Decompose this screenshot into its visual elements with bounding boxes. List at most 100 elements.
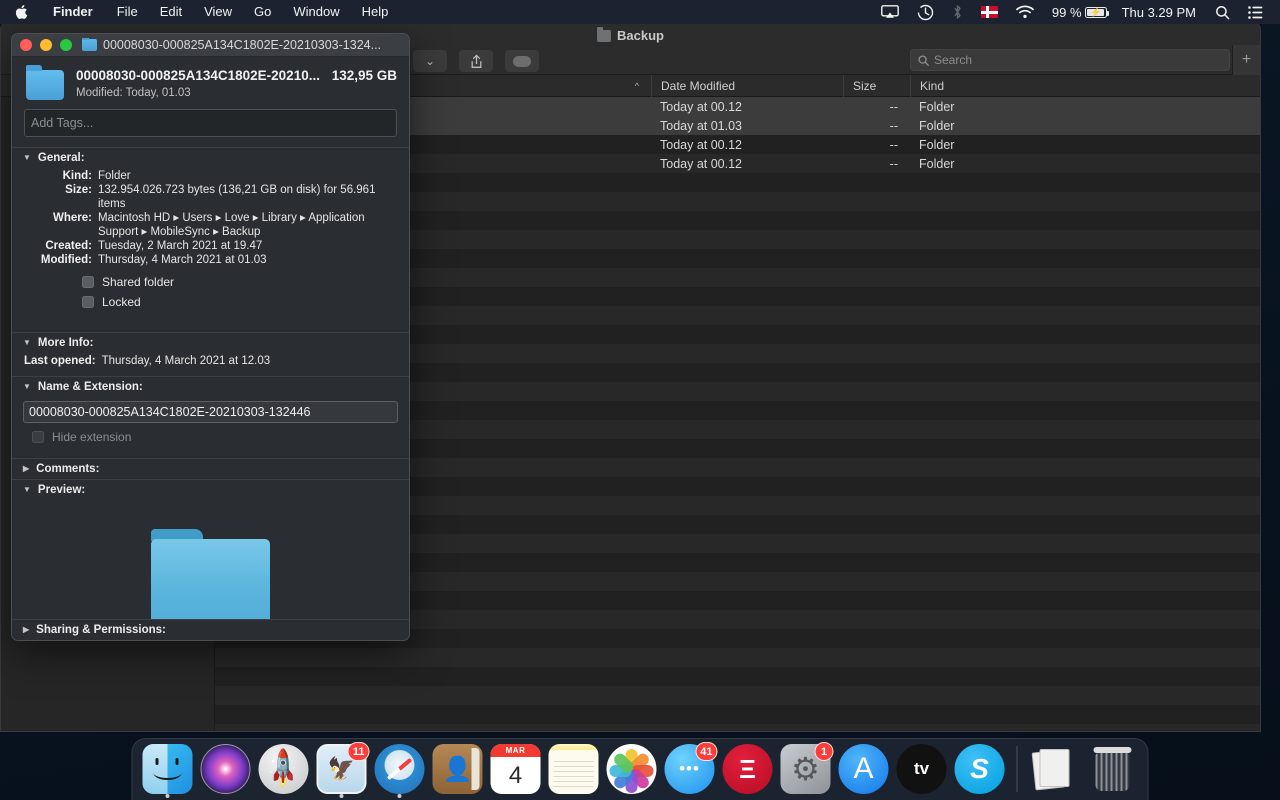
field-where-label: Where: <box>53 212 92 224</box>
dock-item-siri[interactable] <box>200 744 251 794</box>
dock-item-documents-stack[interactable] <box>1030 744 1080 794</box>
disclosure-triangle-down-icon[interactable]: ▼ <box>23 486 31 494</box>
search-placeholder: Search <box>934 53 973 67</box>
menu-item-window[interactable]: Window <box>282 2 350 22</box>
dock-item-launchpad[interactable]: 🚀 <box>258 744 309 794</box>
dock-item-expressvpn[interactable]: Ξ <box>722 744 773 794</box>
cell-size: -- <box>889 137 898 152</box>
section-more-info-title: More Info: <box>37 337 94 349</box>
section-more-info-header[interactable]: ▼ More Info: <box>12 333 409 353</box>
expressvpn-icon: Ξ <box>722 744 773 794</box>
add-tags-input[interactable]: Add Tags... <box>24 109 397 137</box>
section-comments-header[interactable]: ▶ Comments: <box>12 459 409 479</box>
dock-item-mail[interactable]: 🦅 11 <box>316 742 370 798</box>
cell-date: Today at 00.12 <box>660 156 743 171</box>
calendar-day: 4 <box>508 761 523 789</box>
menu-item-file[interactable]: File <box>106 2 149 22</box>
menu-bar-clock[interactable]: Thu 3.29 PM <box>1116 5 1206 20</box>
disclosure-triangle-right-icon[interactable]: ▶ <box>23 626 29 634</box>
dock-item-finder[interactable] <box>142 744 193 798</box>
finder-icon <box>142 744 193 794</box>
battery-percentage-label: 99 % <box>1051 4 1082 20</box>
chevron-down-icon[interactable]: ⌄ <box>413 50 447 72</box>
menu-item-finder[interactable]: Finder <box>43 2 106 22</box>
section-preview-header[interactable]: ▼ Preview: <box>12 480 409 500</box>
column-header-date-modified[interactable]: Date Modified <box>651 74 843 97</box>
share-icon[interactable] <box>459 50 493 72</box>
checkbox-hide-extension[interactable]: Hide extension <box>32 430 409 444</box>
dock-item-photos[interactable] <box>606 744 657 794</box>
checkbox-icon[interactable] <box>82 296 94 308</box>
menu-item-view[interactable]: View <box>193 2 243 22</box>
bluetooth-icon[interactable] <box>943 0 972 24</box>
danish-flag-icon[interactable] <box>972 0 1007 24</box>
running-indicator <box>165 794 170 798</box>
new-tab-button[interactable]: + <box>1232 45 1260 75</box>
info-window-titlebar[interactable]: 00008030-000825A134C1802E-20210303-1324.… <box>12 34 409 57</box>
checkbox-icon[interactable] <box>32 431 44 443</box>
trash-icon <box>1088 744 1138 794</box>
column-header-kind[interactable]: Kind <box>910 74 1260 97</box>
tag-icon[interactable] <box>505 50 539 72</box>
menu-item-edit[interactable]: Edit <box>149 2 193 22</box>
dock-item-skype[interactable]: S <box>954 744 1005 794</box>
dock-item-notes[interactable] <box>548 744 599 794</box>
checkbox-icon[interactable] <box>82 276 94 288</box>
battery-charging-icon[interactable]: ⚡ <box>1084 6 1110 18</box>
section-general-header[interactable]: ▼ General: <box>12 148 409 168</box>
dock-item-trash[interactable] <box>1088 744 1138 794</box>
name-input[interactable]: 00008030-000825A134C1802E-20210303-13244… <box>23 401 398 423</box>
app-store-icon: A <box>838 744 889 794</box>
field-created: Created: Tuesday, 2 March 2021 at 19.47 <box>24 239 397 253</box>
dock-item-apple-tv[interactable]: tv <box>896 744 947 794</box>
apple-logo-icon[interactable] <box>0 4 43 20</box>
cell-kind: Folder <box>919 156 955 171</box>
dock-item-calendar[interactable]: MAR 4 <box>490 744 541 794</box>
control-center-icon[interactable] <box>1239 0 1272 24</box>
airplay-icon[interactable] <box>872 0 908 24</box>
section-preview: ▼ Preview: <box>12 479 409 640</box>
dock-item-safari[interactable] <box>374 744 425 798</box>
search-input[interactable]: Search <box>910 49 1230 71</box>
disclosure-triangle-down-icon[interactable]: ▼ <box>23 383 31 391</box>
dock-item-system-preferences[interactable]: ⚙ 1 <box>780 742 834 794</box>
launchpad-icon: 🚀 <box>258 744 309 794</box>
menu-bar: Finder File Edit View Go Window Help 99 … <box>0 0 1280 24</box>
siri-icon <box>200 744 251 794</box>
cell-size: -- <box>889 99 898 114</box>
checkbox-shared-folder[interactable]: Shared folder <box>82 275 397 289</box>
field-kind-label: Kind: <box>62 170 92 182</box>
disclosure-triangle-down-icon[interactable]: ▼ <box>23 339 31 347</box>
disclosure-triangle-down-icon[interactable]: ▼ <box>23 154 31 162</box>
time-machine-icon[interactable] <box>908 0 943 24</box>
info-item-name: 00008030-000825A134C1802E-20210... <box>76 68 320 83</box>
info-item-modified: Modified: Today, 01.03 <box>76 87 191 99</box>
menu-item-go[interactable]: Go <box>243 2 282 22</box>
checkbox-locked[interactable]: Locked <box>82 295 397 309</box>
minimize-button[interactable] <box>40 39 52 51</box>
dock-item-app-store[interactable]: A <box>838 744 889 794</box>
zoom-button[interactable] <box>60 39 72 51</box>
section-more-info: ▼ More Info: Last opened: Thursday, 4 Ma… <box>12 332 409 376</box>
documents-stack-icon <box>1030 744 1080 794</box>
cell-date: Today at 01.03 <box>660 118 743 133</box>
field-created-value: Tuesday, 2 March 2021 at 19.47 <box>98 240 263 252</box>
field-size: Size: 132.954.026.723 bytes (136,21 GB o… <box>24 183 397 211</box>
field-where: Where: Macintosh HD ▸ Users ▸ Love ▸ Lib… <box>24 211 397 239</box>
dock-item-contacts[interactable]: 👤 <box>432 744 483 794</box>
section-name-extension-header[interactable]: ▼ Name & Extension: <box>12 377 409 397</box>
close-button[interactable] <box>20 39 32 51</box>
column-header-size[interactable]: Size <box>843 74 910 97</box>
disclosure-triangle-right-icon[interactable]: ▶ <box>23 465 29 473</box>
checkbox-locked-label: Locked <box>102 295 141 309</box>
wifi-icon[interactable] <box>1007 0 1043 24</box>
running-indicator <box>397 794 402 798</box>
blue-folder-icon <box>26 65 64 100</box>
menu-bar-left: Finder File Edit View Go Window Help <box>0 2 399 22</box>
spotlight-search-icon[interactable] <box>1206 0 1239 24</box>
section-sharing-permissions-title: Sharing & Permissions: <box>36 624 166 636</box>
blue-folder-icon <box>82 38 97 51</box>
menu-item-help[interactable]: Help <box>351 2 400 22</box>
section-sharing-permissions-header[interactable]: ▶ Sharing & Permissions: <box>12 620 409 640</box>
dock-item-messages[interactable]: ••• 41 <box>664 742 718 794</box>
